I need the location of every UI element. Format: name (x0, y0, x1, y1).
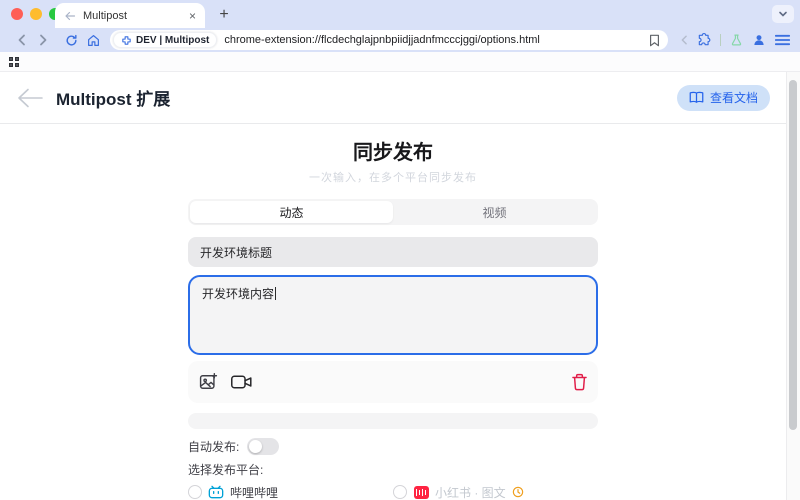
apps-grid-icon[interactable] (9, 57, 19, 67)
form-subtitle: 一次输入，在多个平台同步发布 (188, 169, 598, 185)
tab-close-icon[interactable]: × (189, 9, 196, 23)
scrollbar-thumb[interactable] (789, 80, 797, 430)
auto-publish-toggle[interactable] (247, 438, 279, 455)
platform-label: 小红书 · 图文 (435, 484, 506, 500)
page-scrollbar[interactable] (786, 72, 800, 500)
media-toolbar (188, 361, 598, 403)
platform-list: 哔哩哔哩 小红书 · 图文 X (188, 484, 598, 500)
delete-trash-icon[interactable] (571, 373, 588, 391)
view-docs-button[interactable]: 查看文档 (677, 85, 770, 111)
tab-video[interactable]: 视频 (393, 201, 596, 223)
platform-select-label: 选择发布平台: (188, 461, 598, 478)
home-button[interactable] (82, 31, 104, 49)
toolbar-divider (720, 34, 721, 46)
form-title: 同步发布 (188, 136, 598, 165)
chevron-down-icon (778, 10, 788, 18)
flask-icon[interactable] (730, 33, 743, 47)
bookmark-icon[interactable] (649, 34, 660, 47)
tab-search-button[interactable] (772, 5, 794, 23)
tab-favicon (64, 10, 76, 22)
extensions-puzzle-icon[interactable] (697, 33, 711, 47)
tab-strip: Multipost × + (0, 0, 800, 28)
minimize-window-button[interactable] (30, 8, 42, 20)
platform-label: 哔哩哔哩 (230, 484, 278, 500)
extension-icon (121, 35, 132, 46)
back-arrow-icon[interactable] (16, 86, 44, 110)
forward-button[interactable] (32, 31, 54, 49)
close-window-button[interactable] (11, 8, 23, 20)
platform-xiaohongshu[interactable]: 小红书 · 图文 (393, 484, 598, 500)
collapse-chevron-icon[interactable] (680, 35, 688, 45)
auto-publish-label: 自动发布: (188, 438, 239, 455)
bookmarks-bar (0, 52, 800, 72)
publish-form: 同步发布 一次输入，在多个平台同步发布 动态 视频 开发环境标题 开发环境内容 … (188, 136, 598, 500)
page-header: Multipost 扩展 查看文档 (0, 72, 786, 124)
extension-badge[interactable]: DEV | Multipost (113, 32, 217, 48)
browser-toolbar: DEV | Multipost chrome-extension://flcde… (0, 28, 800, 52)
view-docs-label: 查看文档 (710, 89, 758, 106)
page-title: Multipost 扩展 (56, 85, 170, 110)
bilibili-checkbox[interactable] (188, 485, 202, 499)
pending-clock-icon (512, 486, 524, 498)
add-video-icon[interactable] (230, 373, 253, 391)
content-textarea[interactable]: 开发环境内容 (188, 275, 598, 355)
browser-tab[interactable]: Multipost × (55, 3, 205, 28)
text-cursor (275, 287, 276, 300)
new-tab-button[interactable]: + (213, 4, 235, 26)
tab-title: Multipost (83, 10, 189, 22)
address-bar[interactable]: DEV | Multipost chrome-extension://flcde… (110, 30, 668, 50)
reload-button[interactable] (60, 31, 82, 49)
menu-hamburger-icon[interactable] (775, 34, 790, 46)
bilibili-icon (208, 484, 224, 500)
tab-dynamic[interactable]: 动态 (190, 201, 393, 223)
content-type-tabs: 动态 视频 (188, 199, 598, 225)
xiaohongshu-icon (413, 484, 429, 500)
add-image-icon[interactable] (198, 372, 219, 392)
book-icon (689, 91, 704, 104)
extension-options-page: Multipost 扩展 查看文档 同步发布 一次输入，在多个平台同步发布 动态… (0, 72, 800, 500)
content-text: 开发环境内容 (202, 287, 274, 301)
url-text[interactable]: chrome-extension://flcdechglajpnbpiidjja… (224, 34, 649, 46)
toggle-knob (249, 440, 262, 453)
title-input[interactable]: 开发环境标题 (188, 237, 598, 267)
extension-badge-label: DEV | Multipost (136, 35, 209, 46)
profile-icon[interactable] (752, 33, 766, 47)
xiaohongshu-checkbox[interactable] (393, 485, 407, 499)
platform-bilibili[interactable]: 哔哩哔哩 (188, 484, 393, 500)
window-controls (11, 8, 61, 20)
collapsed-section-bar (188, 413, 598, 429)
back-button[interactable] (10, 31, 32, 49)
auto-publish-row: 自动发布: (188, 438, 598, 455)
